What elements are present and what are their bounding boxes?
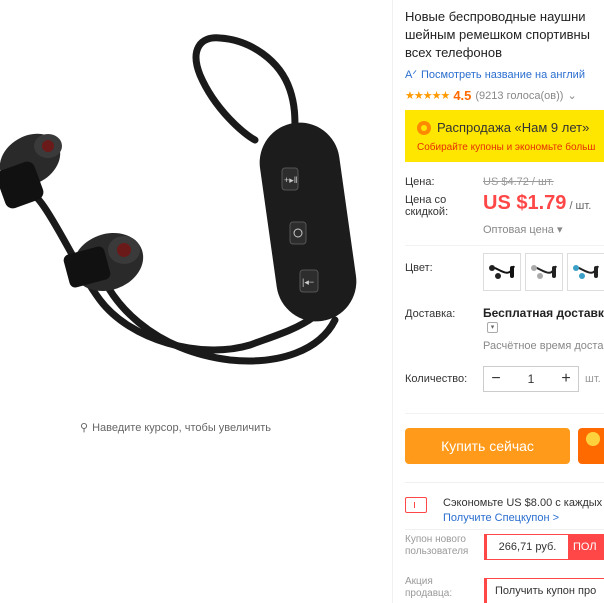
color-label: Цвет: xyxy=(405,262,433,274)
new-user-coupon-get-button[interactable]: ПОЛ xyxy=(569,534,604,560)
shipping-dropdown-icon[interactable]: ▾ xyxy=(487,322,498,333)
seller-coupon-button[interactable]: Получить купон про xyxy=(484,578,604,603)
price-new-amount: US $1.79 xyxy=(483,192,567,214)
color-swatch-black[interactable] xyxy=(483,253,521,291)
cart-icon xyxy=(586,432,600,446)
price-label: Цена: xyxy=(405,176,435,188)
sale-icon xyxy=(417,120,431,135)
quantity-label: Количество: xyxy=(405,373,468,385)
quantity-increase-button[interactable]: + xyxy=(554,370,578,388)
savings-box: Сэкономьте US $8.00 с каждых Получите Сп… xyxy=(405,482,604,530)
magnifier-icon: ⚲ xyxy=(80,422,89,434)
new-user-coupon-value: 266,71 руб. xyxy=(484,534,569,560)
chevron-down-icon: ⌄ xyxy=(567,90,577,102)
savings-text: Сэкономьте US $8.00 с каждых xyxy=(443,497,603,509)
product-title: Новые беспроводные наушни шейным ремешко… xyxy=(405,8,604,62)
rating-votes: (9213 голоса(ов)) xyxy=(475,89,564,102)
product-details: Новые беспроводные наушни шейным ремешко… xyxy=(405,0,604,603)
seller-promo-label: Акция продавца: xyxy=(405,576,453,599)
earphone-thumb-icon xyxy=(489,265,515,279)
star-rating-icon: ★★★★★ xyxy=(405,90,450,102)
sale-subtitle: Собирайте купоны и экономьте больш xyxy=(417,142,596,153)
price-new: US $1.79 / шт. xyxy=(483,192,591,215)
color-swatch-blue[interactable] xyxy=(567,253,604,291)
color-swatches xyxy=(483,253,604,291)
quantity-decrease-button[interactable]: − xyxy=(484,370,508,388)
shipping-value: Бесплатная доставка xyxy=(483,306,604,320)
product-title-line-3: всех телефонов xyxy=(405,45,502,60)
sale-title-text: Распродажа «Нам 9 лет» xyxy=(437,120,590,135)
add-to-cart-button[interactable] xyxy=(578,428,604,464)
shipping-time: Расчётное время доставк xyxy=(483,340,604,352)
price-old: US $4.72 / шт. xyxy=(483,176,554,188)
shipping-label: Доставка: xyxy=(405,308,456,320)
quantity-unit: шт. xyxy=(585,373,601,385)
sale-title: Распродажа «Нам 9 лет» xyxy=(417,120,589,135)
get-coupon-link[interactable]: Получите Спецкупон > xyxy=(443,512,559,524)
svg-text:+▸‖: +▸‖ xyxy=(284,175,298,185)
translate-title-text: Посмотреть название на англий xyxy=(421,68,585,81)
earphone-thumb-icon xyxy=(573,265,599,279)
coupon-icon xyxy=(405,497,427,513)
svg-text:|◂−: |◂− xyxy=(302,277,314,287)
product-photo[interactable]: +▸‖ |◂− xyxy=(0,0,390,410)
divider xyxy=(405,413,604,414)
caret-down-icon: ▾ xyxy=(556,224,563,236)
rating-value: 4.5 xyxy=(453,88,472,103)
quantity-input[interactable]: 1 xyxy=(508,372,554,386)
rating[interactable]: ★★★★★ 4.5 (9213 голоса(ов)) ⌄ xyxy=(405,88,577,103)
divider xyxy=(405,245,604,246)
zoom-hint: ⚲ Наведите курсор, чтобы увеличить xyxy=(80,421,271,435)
wholesale-price-text: Оптовая цена xyxy=(483,224,554,236)
color-swatch-silver[interactable] xyxy=(525,253,563,291)
sale-banner[interactable]: Распродажа «Нам 9 лет» Собирайте купоны … xyxy=(405,110,604,162)
discount-price-label: Цена со скидкой: xyxy=(405,194,449,218)
product-title-line-1: Новые беспроводные наушни xyxy=(405,9,586,24)
buy-now-button[interactable]: Купить сейчас xyxy=(405,428,570,464)
price-new-unit: / шт. xyxy=(566,200,592,212)
translate-icon: A͏ᐟ xyxy=(405,69,417,81)
translate-title-link[interactable]: A͏ᐟ Посмотреть название на англий xyxy=(405,68,585,82)
column-divider xyxy=(392,0,393,603)
product-image-pane[interactable]: +▸‖ |◂− ⚲ Наведите курсор, чтобы увеличи… xyxy=(0,0,390,603)
new-user-coupon-label: Купон нового пользователя xyxy=(405,534,469,557)
zoom-hint-text: Наведите курсор, чтобы увеличить xyxy=(92,421,271,434)
product-title-line-2: шейным ремешком спортивны xyxy=(405,27,591,42)
wholesale-price-toggle[interactable]: Оптовая цена ▾ xyxy=(483,223,562,236)
quantity-stepper: − 1 + xyxy=(483,366,579,392)
earphone-thumb-icon xyxy=(531,265,557,279)
